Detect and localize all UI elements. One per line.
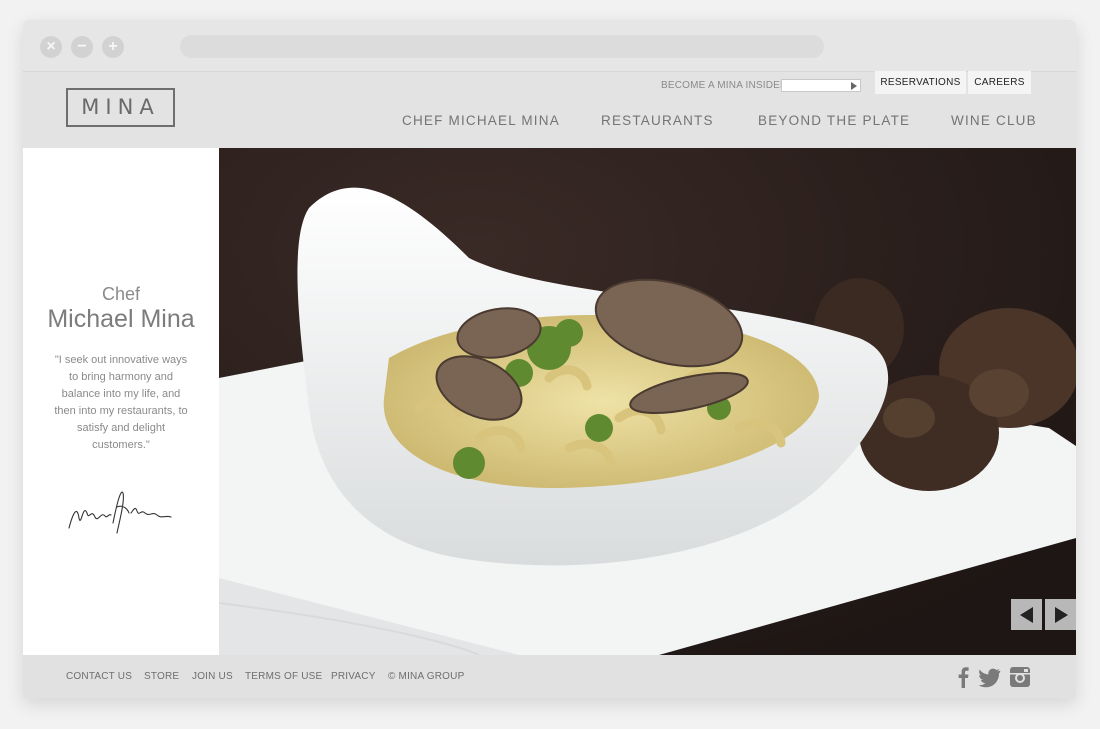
nav-chef-michael-mina[interactable]: CHEF MICHAEL MINA	[402, 113, 560, 128]
chef-sidebar: Chef Michael Mina "I seek out innovative…	[23, 148, 219, 655]
footer-terms-of-use[interactable]: TERMS OF USE	[245, 671, 322, 682]
reservations-button[interactable]: RESERVATIONS	[875, 71, 966, 94]
site-footer: CONTACT US STORE JOIN US TERMS OF USE PR…	[23, 655, 1076, 698]
minimize-icon[interactable]: −	[71, 36, 93, 58]
chef-title-small: Chef	[101, 284, 141, 304]
footer-store[interactable]: STORE	[144, 671, 179, 682]
next-slide-button[interactable]	[1045, 599, 1076, 630]
twitter-icon[interactable]	[979, 666, 1001, 688]
insider-email-input[interactable]	[781, 79, 861, 92]
nav-restaurants[interactable]: RESTAURANTS	[601, 113, 714, 128]
site-header: MINA BECOME A MINA INSIDER RESERVATIONS …	[23, 71, 1076, 148]
footer-copyright: © MINA GROUP	[388, 671, 465, 682]
arrow-left-icon	[1020, 607, 1033, 623]
arrow-right-icon	[1055, 607, 1068, 623]
close-icon[interactable]: ×	[40, 36, 62, 58]
nav-wine-club[interactable]: WINE CLUB	[951, 113, 1037, 128]
previous-slide-button[interactable]	[1011, 599, 1042, 630]
careers-button[interactable]: CAREERS	[968, 71, 1031, 94]
mina-logo[interactable]: MINA	[66, 88, 175, 127]
browser-window: × − + MINA BECOME A MINA INSIDER RESERVA…	[23, 20, 1076, 698]
maximize-icon[interactable]: +	[102, 36, 124, 58]
signature-icon	[68, 491, 172, 534]
hero-slideshow	[219, 148, 1076, 655]
instagram-icon[interactable]	[1009, 666, 1031, 688]
nav-beyond-the-plate[interactable]: BEYOND THE PLATE	[758, 113, 910, 128]
submit-arrow-icon[interactable]	[851, 82, 857, 90]
footer-contact-us[interactable]: CONTACT US	[66, 671, 132, 682]
address-bar[interactable]	[180, 35, 824, 58]
truffle-pasta-image	[219, 148, 1076, 655]
facebook-icon[interactable]	[957, 666, 969, 688]
chef-title-name: Michael Mina	[47, 305, 195, 333]
footer-privacy[interactable]: PRIVACY	[331, 671, 376, 682]
footer-join-us[interactable]: JOIN US	[192, 671, 233, 682]
browser-chrome: × − +	[23, 20, 1076, 72]
chef-quote: "I seek out innovative ways to bring har…	[54, 354, 188, 451]
insider-label: BECOME A MINA INSIDER	[661, 80, 788, 91]
